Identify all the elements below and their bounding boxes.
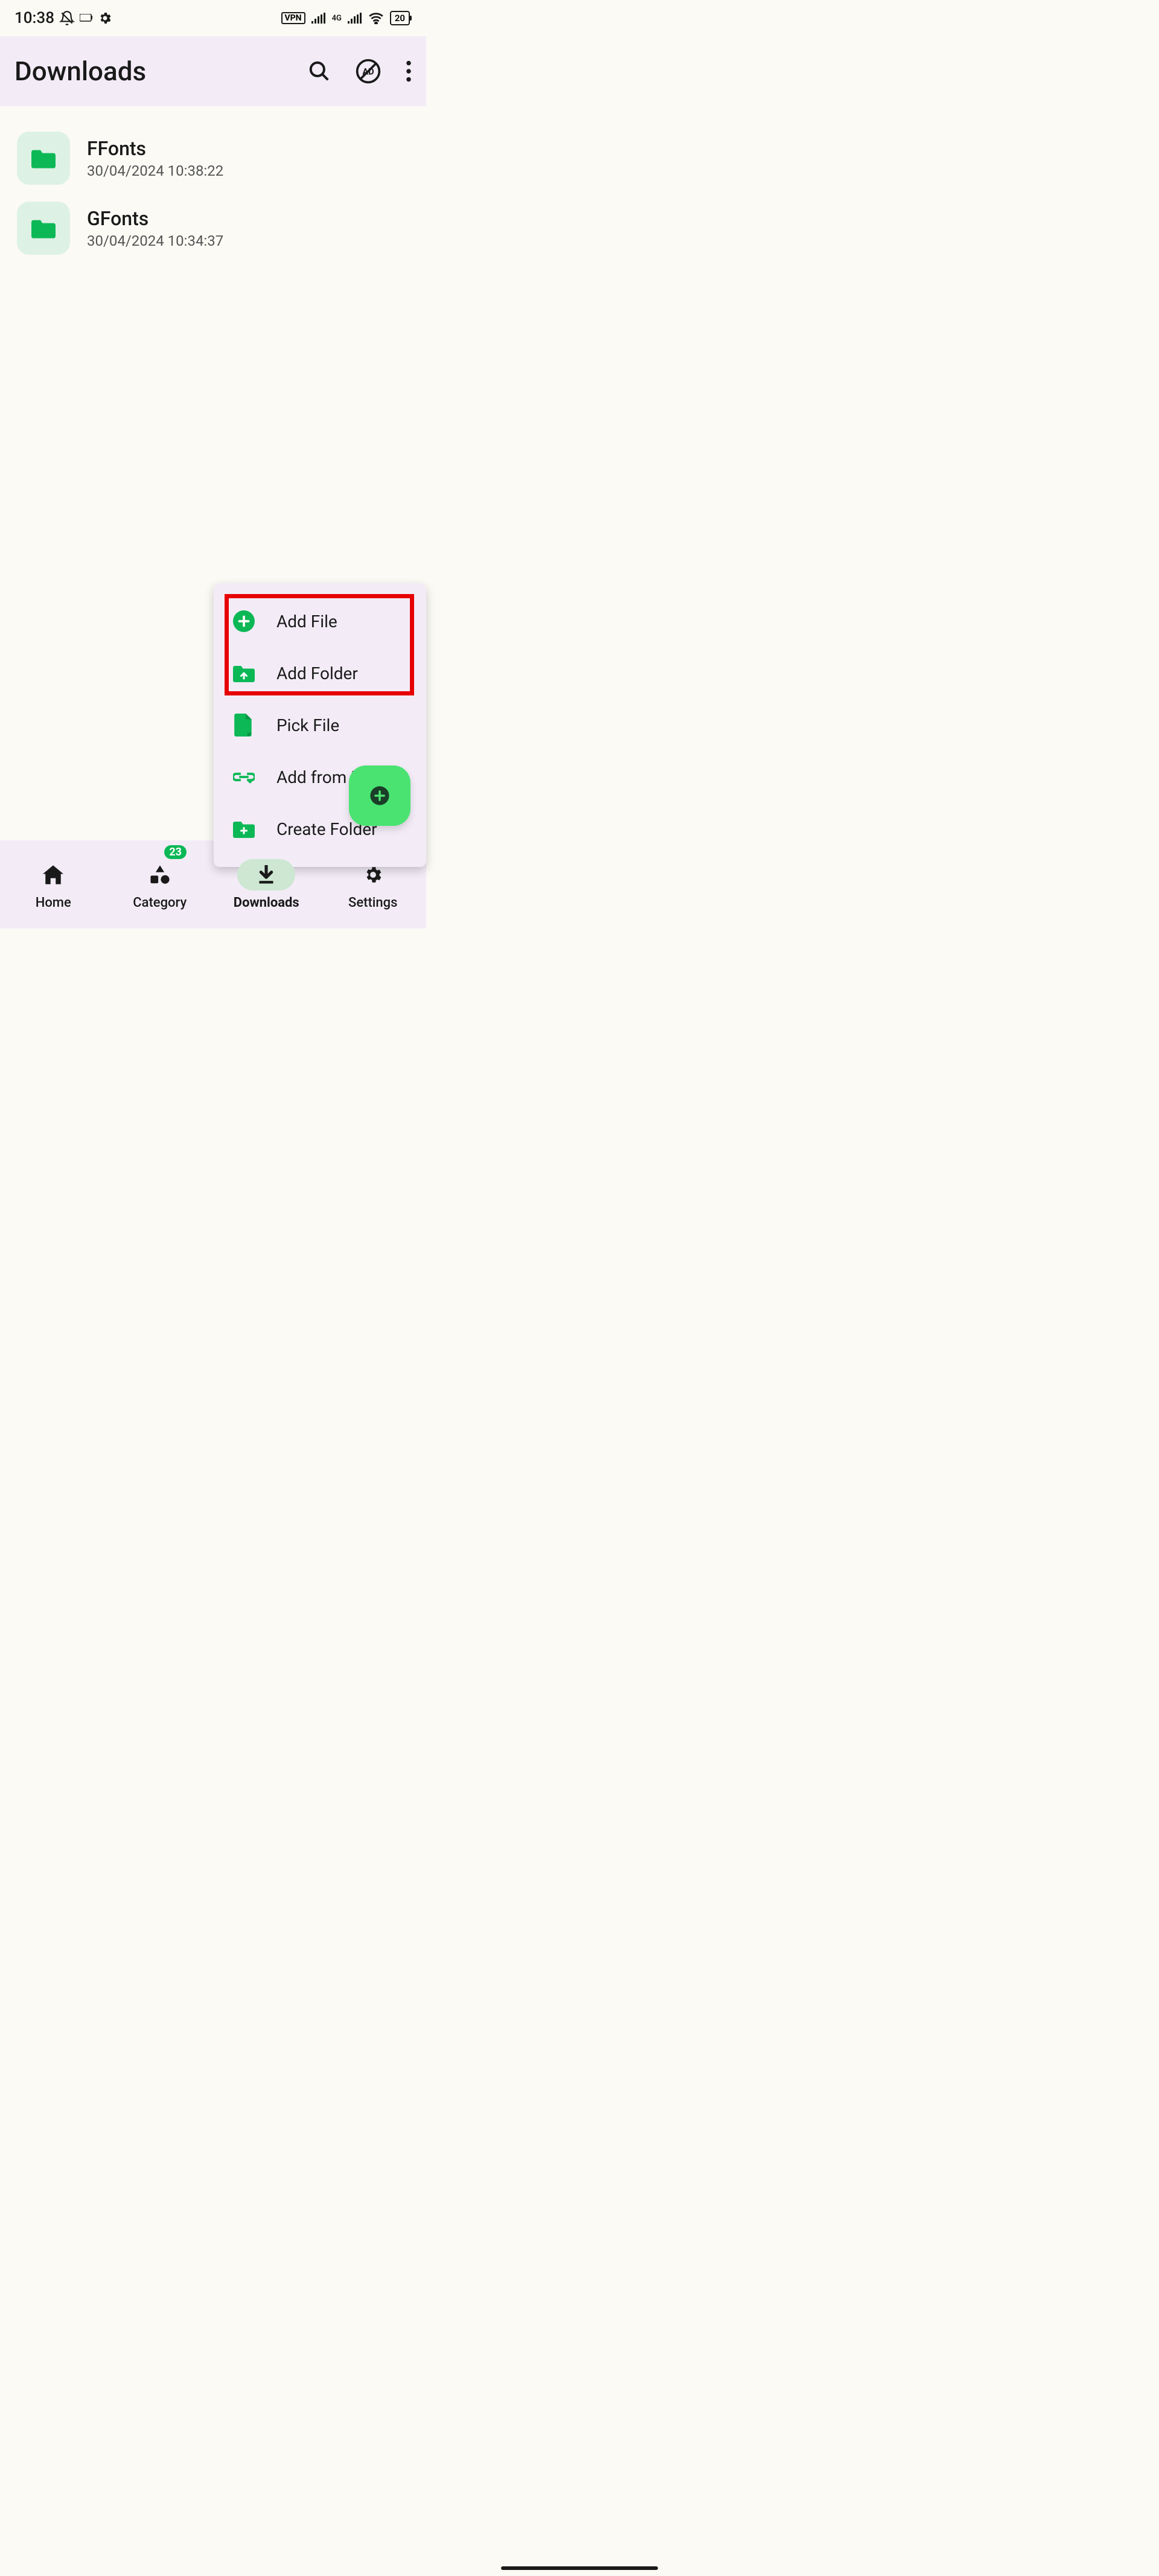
nav-icon-wrap <box>344 859 402 890</box>
add-file-icon <box>233 610 255 632</box>
category-icon <box>150 865 170 884</box>
menu-label: Add File <box>276 612 337 631</box>
wifi-icon <box>368 12 384 24</box>
signal2-icon <box>348 13 362 24</box>
status-left: 10:38 <box>14 9 112 27</box>
gear-icon <box>363 865 383 885</box>
folder-info: GFonts 30/04/2024 10:34:37 <box>87 207 223 249</box>
nav-home[interactable]: Home <box>0 840 107 928</box>
nav-badge: 23 <box>164 845 187 859</box>
network-type: 4G <box>332 14 342 23</box>
bell-off-icon <box>59 10 75 26</box>
folder-date: 30/04/2024 10:34:37 <box>87 232 223 249</box>
gear-status-icon <box>98 11 112 25</box>
no-ads-button[interactable]: AD <box>355 58 382 85</box>
folder-date: 30/04/2024 10:38:22 <box>87 162 223 179</box>
nav-label: Home <box>36 895 71 910</box>
pick-file-icon <box>233 714 255 736</box>
nav-downloads[interactable]: Downloads <box>213 840 320 928</box>
bottom-nav: Home 23 Category Downloads Settings <box>0 840 426 928</box>
menu-label: Add Folder <box>276 663 358 683</box>
app-bar: Downloads AD <box>0 36 426 106</box>
home-indicator[interactable] <box>501 2566 658 2570</box>
folder-icon-box <box>17 132 70 185</box>
nav-label: Settings <box>348 895 397 910</box>
nav-label: Downloads <box>234 895 299 910</box>
nav-icon-wrap <box>24 859 82 890</box>
no-ads-icon: AD <box>355 58 382 85</box>
more-button[interactable] <box>406 60 412 82</box>
status-right: VPN 4G 20 <box>281 11 412 25</box>
status-time: 10:38 <box>14 9 54 27</box>
add-folder-icon <box>233 662 255 684</box>
menu-pick-file[interactable]: Pick File <box>214 699 426 751</box>
app-actions: AD <box>308 58 412 85</box>
content-area: FFonts 30/04/2024 10:38:22 GFonts 30/04/… <box>0 106 426 840</box>
folder-icon-box <box>17 202 70 255</box>
page-title: Downloads <box>14 56 308 87</box>
battery-small-icon <box>80 14 93 22</box>
folder-name: FFonts <box>87 137 223 160</box>
nav-label: Category <box>133 895 187 910</box>
nav-category[interactable]: 23 Category <box>107 840 214 928</box>
folder-icon <box>31 148 56 168</box>
signal-icon <box>311 13 326 24</box>
folder-name: GFonts <box>87 207 223 230</box>
folder-info: FFonts 30/04/2024 10:38:22 <box>87 137 223 179</box>
menu-add-folder[interactable]: Add Folder <box>214 647 426 699</box>
home-icon <box>43 865 63 884</box>
battery-indicator: 20 <box>390 11 412 25</box>
plus-circle-icon <box>369 785 390 806</box>
folder-icon <box>31 218 56 238</box>
vpn-badge: VPN <box>281 12 305 24</box>
nav-icon-wrap <box>237 859 295 890</box>
folder-row[interactable]: FFonts 30/04/2024 10:38:22 <box>0 123 426 193</box>
menu-label: Pick File <box>276 715 339 735</box>
nav-icon-wrap <box>131 859 189 890</box>
search-button[interactable] <box>308 60 331 83</box>
link-add-icon <box>233 766 255 788</box>
fab-add-button[interactable] <box>349 765 410 826</box>
menu-add-file[interactable]: Add File <box>214 595 426 647</box>
create-folder-icon <box>233 818 255 840</box>
folder-row[interactable]: GFonts 30/04/2024 10:34:37 <box>0 193 426 263</box>
search-icon <box>308 60 331 83</box>
download-icon <box>257 865 275 884</box>
more-vert-icon <box>406 60 412 82</box>
nav-settings[interactable]: Settings <box>320 840 427 928</box>
status-bar: 10:38 VPN 4G 20 <box>0 0 426 36</box>
